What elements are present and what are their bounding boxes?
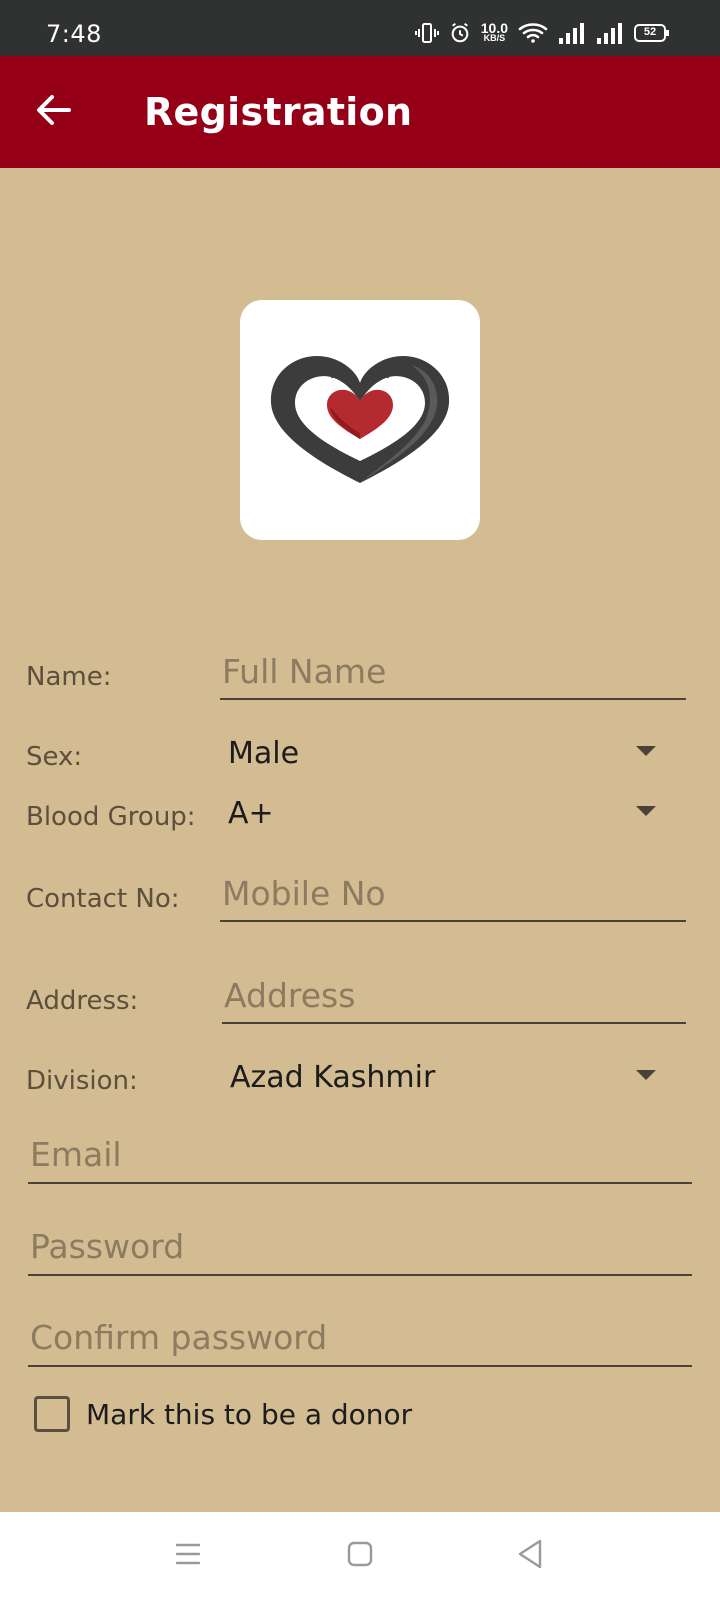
net-speed: 10.0 KB/S xyxy=(480,20,508,43)
status-bar: 7:48 10.0 KB/S 52 xyxy=(0,0,720,56)
division-value: Azad Kashmir xyxy=(230,1059,436,1095)
sex-value: Male xyxy=(228,735,300,771)
wifi-icon xyxy=(518,21,548,45)
alarm-icon xyxy=(449,22,471,44)
dropdown-arrow-icon xyxy=(636,806,656,816)
sex-select[interactable]: Male xyxy=(228,728,656,778)
signal-icon xyxy=(558,21,586,45)
page-title: Registration xyxy=(144,90,413,134)
sex-label: Sex: xyxy=(26,742,83,772)
dropdown-arrow-icon xyxy=(636,1070,656,1080)
recent-apps-button[interactable] xyxy=(168,1536,208,1576)
confirm-password-input[interactable] xyxy=(28,1309,692,1365)
password-field[interactable] xyxy=(28,1218,692,1276)
home-icon xyxy=(347,1541,373,1572)
battery-icon: 52 xyxy=(634,23,670,43)
address-label: Address: xyxy=(26,986,139,1016)
blood-group-label: Blood Group: xyxy=(26,802,196,832)
net-speed-value: 10.0 xyxy=(480,20,508,36)
net-speed-unit: KB/S xyxy=(483,33,506,43)
app-logo xyxy=(240,300,480,540)
status-time: 7:48 xyxy=(46,20,102,48)
system-back-button[interactable] xyxy=(510,1536,550,1576)
donor-checkbox-label[interactable]: Mark this to be a donor xyxy=(86,1398,412,1431)
blood-group-value: A+ xyxy=(228,795,274,831)
division-label: Division: xyxy=(26,1066,138,1096)
menu-icon xyxy=(174,1541,202,1572)
home-button[interactable] xyxy=(340,1536,380,1576)
confirm-password-field[interactable] xyxy=(28,1309,692,1367)
app-bar: Registration xyxy=(0,56,720,168)
division-select[interactable]: Azad Kashmir xyxy=(230,1052,656,1102)
back-icon xyxy=(517,1539,543,1574)
vibrate-icon xyxy=(414,21,439,45)
system-nav-bar xyxy=(0,1512,720,1600)
heart-hands-logo xyxy=(265,343,455,498)
contact-label: Contact No: xyxy=(26,884,180,914)
status-icons: 10.0 KB/S 52 xyxy=(414,18,670,48)
email-input[interactable] xyxy=(28,1126,692,1182)
dropdown-arrow-icon xyxy=(636,746,656,756)
password-input[interactable] xyxy=(28,1218,692,1274)
email-field[interactable] xyxy=(28,1126,692,1184)
mobile-number-input[interactable] xyxy=(220,866,686,920)
name-label: Name: xyxy=(26,662,112,692)
arrow-left-icon xyxy=(35,93,73,132)
donor-checkbox[interactable] xyxy=(34,1396,70,1432)
blood-group-select[interactable]: A+ xyxy=(228,788,656,838)
address-input[interactable] xyxy=(222,968,686,1022)
mobile-number-field[interactable] xyxy=(220,866,686,922)
address-field[interactable] xyxy=(222,968,686,1024)
signal-icon xyxy=(596,21,624,45)
battery-level: 52 xyxy=(643,26,657,38)
full-name-field[interactable] xyxy=(220,644,686,700)
full-name-input[interactable] xyxy=(220,644,686,698)
back-button[interactable] xyxy=(30,88,78,136)
donor-checkbox-row[interactable]: Mark this to be a donor xyxy=(34,1396,412,1432)
